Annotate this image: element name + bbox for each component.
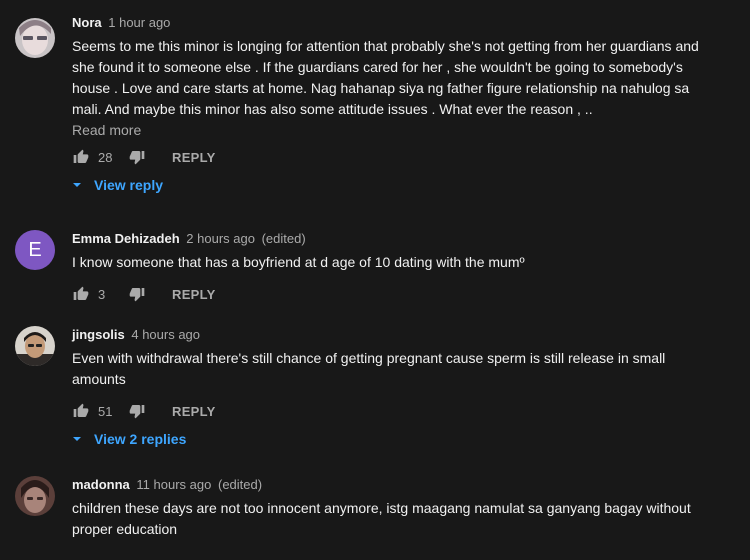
like-count: 28 [98, 149, 113, 165]
avatar-photo-icon [15, 476, 55, 516]
like-count: 3 [98, 286, 106, 302]
read-more-link[interactable]: Read more [72, 120, 720, 141]
comment-actions: 3 REPLY [72, 282, 720, 306]
comment-actions: 51 REPLY [72, 399, 720, 423]
thumb-down-icon[interactable] [128, 148, 146, 166]
comment-text: I know someone that has a boyfriend at d… [72, 254, 525, 270]
thumb-up-icon[interactable] [72, 402, 90, 420]
caret-down-icon [72, 431, 82, 447]
comment-text: Even with withdrawal there's still chanc… [72, 350, 666, 387]
avatar[interactable] [15, 326, 55, 366]
avatar-photo-icon [15, 18, 55, 58]
thumb-down-icon[interactable] [128, 402, 146, 420]
caret-down-icon [72, 177, 82, 193]
comment-timestamp[interactable]: 2 hours ago [186, 231, 255, 246]
comment-timestamp[interactable]: 11 hours ago [136, 477, 211, 492]
view-replies-button[interactable]: View 2 replies [72, 429, 720, 449]
comment-text: Seems to me this minor is longing for at… [72, 38, 699, 117]
comment-timestamp[interactable]: 4 hours ago [131, 327, 200, 342]
reply-button[interactable]: REPLY [172, 287, 216, 302]
author-name[interactable]: Nora [72, 15, 102, 30]
author-name[interactable]: jingsolis [72, 327, 125, 342]
comment-header: Emma Dehizadeh 2 hours ago (edited) [72, 230, 720, 248]
comment-text: children these days are not too innocent… [72, 500, 691, 537]
author-name[interactable]: Emma Dehizadeh [72, 231, 180, 246]
avatar-letter: E [28, 238, 42, 261]
comment-timestamp[interactable]: 1 hour ago [108, 15, 170, 30]
comment-actions: 28 REPLY [72, 145, 720, 169]
avatar[interactable] [15, 476, 55, 516]
edited-label: (edited) [217, 477, 263, 492]
avatar[interactable]: E [15, 230, 55, 270]
avatar-photo-icon [15, 326, 55, 366]
reply-button[interactable]: REPLY [172, 404, 216, 419]
edited-label: (edited) [261, 231, 306, 246]
comment-header: jingsolis 4 hours ago [72, 326, 720, 344]
thumb-up-icon[interactable] [72, 148, 90, 166]
like-count: 51 [98, 403, 113, 419]
avatar[interactable] [15, 18, 55, 58]
author-name[interactable]: madonna [72, 477, 130, 492]
thumb-up-icon[interactable] [72, 285, 90, 303]
comment-header: madonna 11 hours ago (edited) [72, 476, 720, 494]
comment-header: Nora 1 hour ago [72, 14, 720, 32]
view-replies-button[interactable]: View reply [72, 175, 720, 195]
view-replies-label: View reply [94, 177, 164, 193]
thumb-down-icon[interactable] [128, 285, 146, 303]
view-replies-label: View 2 replies [94, 431, 187, 447]
reply-button[interactable]: REPLY [172, 150, 216, 165]
